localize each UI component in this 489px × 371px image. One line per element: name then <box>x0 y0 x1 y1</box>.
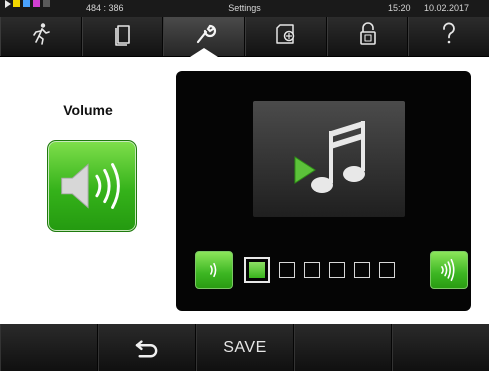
tab-lock[interactable] <box>326 17 409 56</box>
help-icon <box>436 21 462 52</box>
volume-down-icon <box>210 262 217 278</box>
back-arrow-icon <box>135 339 158 357</box>
tab-program[interactable] <box>0 17 82 56</box>
wrench-icon <box>191 21 217 52</box>
volume-level-6[interactable] <box>379 262 395 278</box>
volume-down-button[interactable] <box>195 251 233 289</box>
volume-large-icon <box>47 140 137 232</box>
status-date: 10.02.2017 <box>424 3 470 13</box>
status-title: Settings <box>228 3 261 13</box>
tab-documents[interactable] <box>81 17 164 56</box>
sound-preview <box>253 101 405 217</box>
device-settings-icon <box>273 21 299 52</box>
tab-help[interactable] <box>408 17 489 56</box>
volume-level-4[interactable] <box>329 262 345 278</box>
status-bar: 484 : 386 Settings 15:20 10.02.2017 <box>0 0 489 17</box>
bottom-empty-left <box>0 324 98 371</box>
save-button[interactable]: SAVE <box>196 324 294 371</box>
volume-level-1[interactable] <box>244 257 270 283</box>
volume-level-2[interactable] <box>279 262 295 278</box>
volume-panel <box>176 71 471 311</box>
music-note-icon <box>311 121 365 193</box>
document-icon <box>110 21 136 52</box>
tab-device[interactable] <box>245 17 327 56</box>
volume-up-icon <box>441 258 455 282</box>
volume-level-5[interactable] <box>354 262 370 278</box>
status-time: 15:20 <box>388 3 411 13</box>
bottom-empty-right-1 <box>294 324 392 371</box>
volume-up-button[interactable] <box>430 251 468 289</box>
back-button[interactable] <box>98 324 196 371</box>
bottom-empty-right-2 <box>392 324 489 371</box>
tab-settings[interactable] <box>163 17 246 57</box>
save-button-label: SAVE <box>223 338 267 356</box>
main-content: Volume <box>0 57 489 324</box>
volume-level-3[interactable] <box>304 262 320 278</box>
person-running-icon <box>28 21 54 52</box>
tab-bar <box>0 17 489 57</box>
page-title: Volume <box>63 102 113 118</box>
play-icon <box>294 156 316 184</box>
bottom-bar: SAVE <box>0 324 489 371</box>
padlock-icon <box>355 21 381 52</box>
